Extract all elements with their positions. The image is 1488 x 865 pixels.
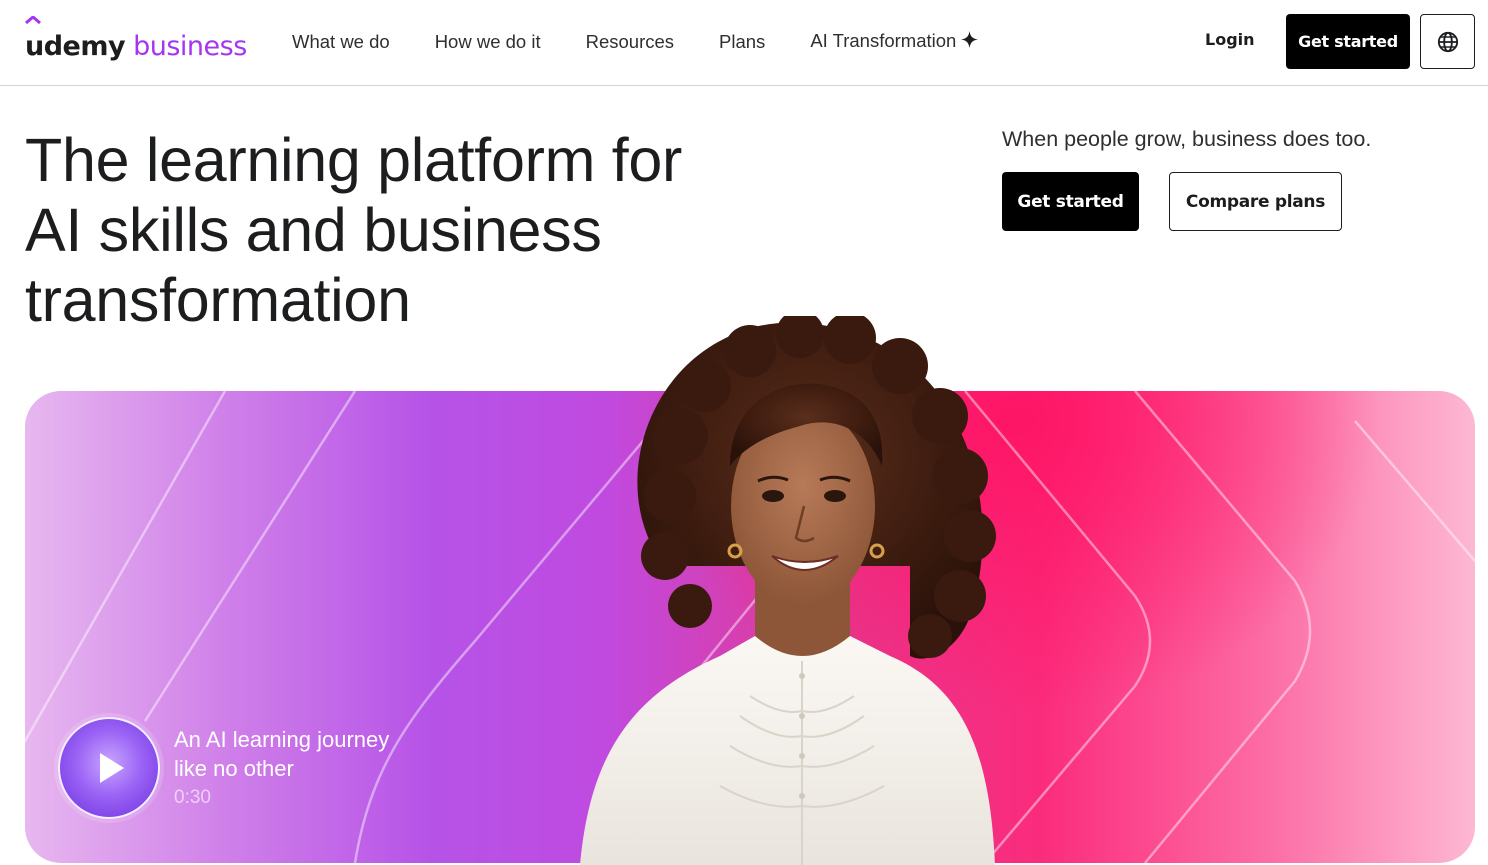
video-info: An AI learning journey like no other 0:3… — [174, 725, 434, 809]
hero-headline: The learning platform for AI skills and … — [25, 125, 745, 335]
video-widget[interactable]: An AI learning journey like no other 0:3… — [58, 717, 434, 819]
header-get-started-button[interactable]: Get started — [1286, 14, 1410, 69]
play-icon — [100, 753, 124, 783]
video-title-line: An AI learning journey — [174, 727, 390, 752]
nav-item-resources[interactable]: Resources — [586, 31, 674, 53]
nav-item-label: AI Transformation — [810, 30, 957, 51]
sparkle-icon — [960, 30, 979, 54]
main-nav: What we do How we do it Resources Plans … — [292, 30, 1024, 54]
nav-item-label: What we do — [292, 31, 390, 52]
nav-item-label: How we do it — [434, 31, 541, 52]
video-duration: 0:30 — [174, 787, 211, 808]
hero-tagline: When people grow, business does too. — [1002, 127, 1372, 151]
compare-plans-button[interactable]: Compare plans — [1169, 172, 1342, 231]
nav-item-what-we-do[interactable]: What we do — [292, 31, 390, 53]
video-title: An AI learning journey like no other — [174, 725, 434, 783]
globe-icon — [1437, 31, 1458, 52]
nav-item-plans[interactable]: Plans — [719, 31, 765, 53]
hero-get-started-button[interactable]: Get started — [1002, 172, 1139, 231]
logo-hat-icon — [25, 16, 41, 24]
logo-business-text: business — [133, 31, 247, 62]
nav-item-how-we-do-it[interactable]: How we do it — [435, 31, 541, 53]
nav-item-label: Plans — [719, 31, 766, 52]
nav-item-label: Resources — [585, 31, 675, 52]
hero-person-image — [580, 316, 996, 865]
language-button[interactable] — [1420, 14, 1475, 69]
headline-line: The learning platform for — [25, 126, 683, 194]
login-link[interactable]: Login — [1205, 30, 1255, 49]
play-button[interactable] — [58, 717, 160, 819]
udemy-business-logo[interactable]: udemy business — [25, 16, 247, 62]
nav-item-ai-transformation[interactable]: AI Transformation — [810, 30, 979, 54]
site-header: udemy business What we do How we do it R… — [0, 0, 1488, 86]
video-title-line: like no other — [174, 756, 294, 781]
headline-line: AI skills and business — [25, 196, 602, 264]
logo-udemy-text: udemy — [25, 31, 126, 62]
